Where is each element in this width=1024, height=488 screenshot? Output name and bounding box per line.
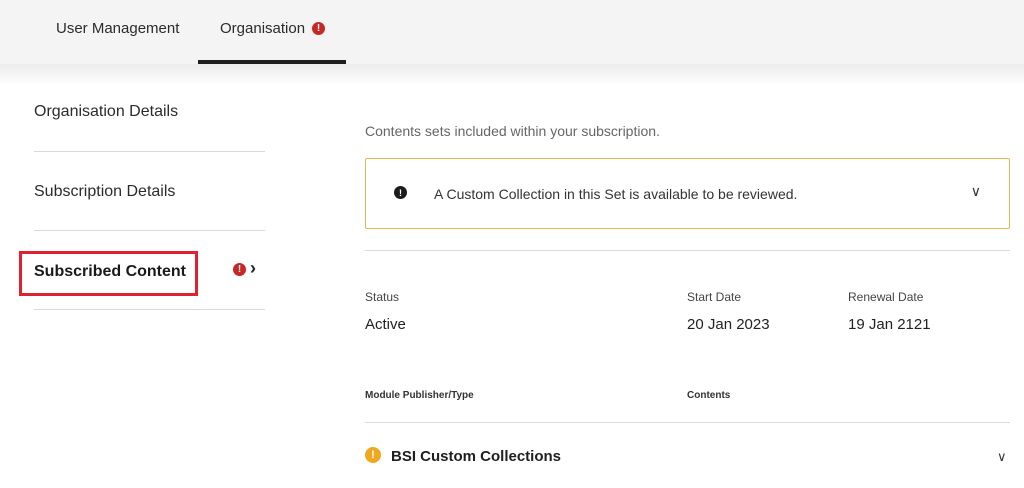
row-title: BSI Custom Collections <box>391 448 562 465</box>
section-divider <box>365 250 1010 251</box>
sidebar-item-label: Organisation Details <box>34 103 179 120</box>
review-alert[interactable]: ! A Custom Collection in this Set is ava… <box>365 158 1010 229</box>
warning-icon: ! <box>365 447 381 463</box>
tab-label: User Management <box>56 19 180 37</box>
tab-organisation[interactable]: Organisation ! <box>220 0 326 64</box>
status-value: Active <box>365 316 406 333</box>
table-divider <box>365 422 1010 423</box>
status-label: Status <box>365 290 400 304</box>
start-date-label: Start Date <box>687 290 742 304</box>
header-shadow <box>0 64 1024 86</box>
tab-label: Organisation <box>220 19 306 37</box>
sidebar-item-subscription-details[interactable]: Subscription Details <box>34 183 265 201</box>
chevron-right-icon[interactable]: › <box>250 258 256 279</box>
selection-highlight-box <box>19 251 198 296</box>
column-header-contents: Contents <box>687 390 731 401</box>
alert-message: A Custom Collection in this Set is avail… <box>434 186 798 202</box>
sidebar-divider <box>34 230 265 231</box>
intro-text: Contents sets included within your subsc… <box>365 123 660 139</box>
renewal-date-value: 19 Jan 2121 <box>848 316 931 333</box>
chevron-down-icon[interactable]: ∨ <box>997 449 1007 465</box>
sidebar-divider <box>34 151 265 152</box>
chevron-down-icon[interactable]: ∨ <box>971 183 981 200</box>
renewal-date-label: Renewal Date <box>848 290 924 304</box>
sidebar-divider <box>34 309 265 310</box>
info-badge-icon: ! <box>233 263 246 276</box>
column-header-publisher: Module Publisher/Type <box>365 390 474 401</box>
sidebar-item-label: Subscription Details <box>34 183 176 200</box>
info-icon: ! <box>394 186 407 199</box>
info-badge-icon: ! <box>312 21 326 35</box>
top-tab-bar: User Management Organisation ! <box>0 0 1024 64</box>
tab-user-management[interactable]: User Management <box>56 0 179 64</box>
sidebar-item-organisation-details[interactable]: Organisation Details <box>34 103 265 121</box>
start-date-value: 20 Jan 2023 <box>687 316 770 333</box>
